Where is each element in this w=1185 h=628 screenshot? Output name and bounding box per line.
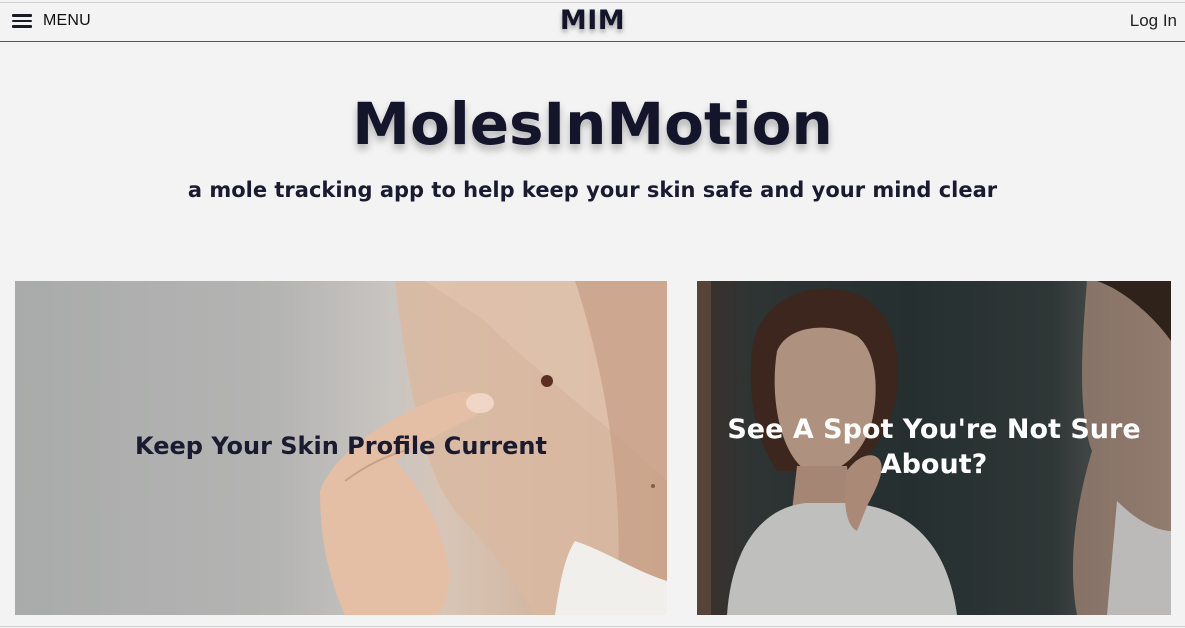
site-logo: MIM bbox=[559, 5, 626, 36]
spot-check-caption: See A Spot You're Not Sure About? bbox=[727, 414, 1141, 480]
hero-subtitle: a mole tracking app to help keep your sk… bbox=[187, 178, 998, 202]
menu-label: MENU bbox=[43, 12, 91, 29]
hero-title: MolesInMotion bbox=[352, 90, 833, 158]
hamburger-icon bbox=[12, 14, 32, 28]
login-link[interactable]: Log In bbox=[1130, 11, 1177, 31]
skin-profile-card[interactable]: Keep Your Skin Profile Current bbox=[15, 281, 667, 615]
spot-check-card[interactable]: See A Spot You're Not Sure About? bbox=[697, 281, 1171, 615]
menu-button[interactable]: MENU bbox=[12, 12, 91, 30]
skin-profile-caption: Keep Your Skin Profile Current bbox=[135, 432, 547, 460]
bottom-divider bbox=[0, 626, 1185, 627]
top-navigation-bar: MENU MIM Log In bbox=[0, 2, 1185, 42]
